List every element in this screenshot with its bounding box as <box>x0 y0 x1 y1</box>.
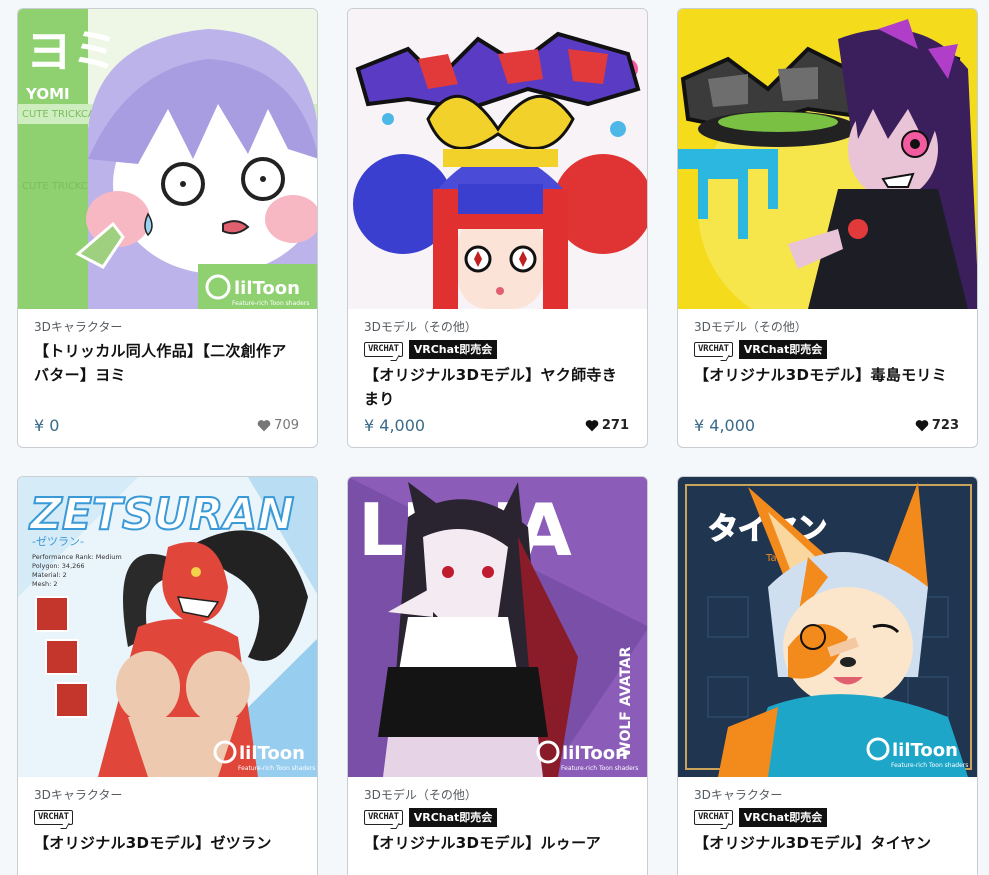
event-badges: VRCHAT <box>34 807 301 827</box>
product-thumbnail[interactable]: LUUA WOLF AVATAR lilTo <box>348 477 647 777</box>
zetsuran-illustration: ZETSURAN -ゼツラン- Performance Rank: Medium… <box>18 477 317 777</box>
luua-illustration: LUUA WOLF AVATAR lilTo <box>348 477 647 777</box>
product-thumbnail[interactable]: タイヤン Taiyang <box>678 477 977 777</box>
like-count[interactable]: 723 <box>915 418 959 433</box>
liltoon-logo: lilToon <box>562 743 628 764</box>
yomi-heading: ヨミ <box>26 24 118 78</box>
product-title[interactable]: 【トリッカル同人作品】【二次創作アバター】ヨミ <box>34 339 301 387</box>
zetsuran-sub: -ゼツラン- <box>32 535 84 548</box>
event-badges: VRCHAT VRChat即売会 <box>694 339 961 359</box>
like-count-value: 709 <box>274 418 299 433</box>
product-card-kimari[interactable]: 3Dモデル（その他） VRCHAT VRChat即売会 【オリジナル3Dモデル】… <box>347 8 648 448</box>
liltoon-logo-sub: Feature-rich Toon shaders <box>238 765 315 772</box>
product-card-zetsuran[interactable]: ZETSURAN -ゼツラン- Performance Rank: Medium… <box>17 476 318 875</box>
vrchat-sale-badge[interactable]: VRChat即売会 <box>408 807 498 827</box>
product-thumbnail[interactable] <box>678 9 977 309</box>
band-text: CUTE TRICKCAL <box>22 109 101 120</box>
vrchat-badge: VRCHAT <box>694 341 733 357</box>
product-title[interactable]: 【オリジナル3Dモデル】ゼツラン <box>34 831 301 855</box>
liltoon-logo: lilToon <box>892 740 958 761</box>
liltoon-logo: lilToon <box>239 743 305 764</box>
heart-icon <box>915 420 929 432</box>
product-card-luua[interactable]: LUUA WOLF AVATAR lilTo <box>347 476 648 875</box>
liltoon-logo: lilToon <box>234 278 300 299</box>
liltoon-logo-sub: Feature-rich Toon shaders <box>561 765 638 772</box>
like-count-value: 271 <box>601 418 629 433</box>
luua-side-text: WOLF AVATAR <box>618 646 634 757</box>
like-count[interactable]: 709 <box>257 418 299 433</box>
product-category: 3Dキャラクター <box>34 788 123 802</box>
morimi-illustration <box>678 9 977 309</box>
yomi-illustration: CUTE TRICKCAL CUTE TRICKCAL ヨミ YOMI lilT… <box>18 9 317 309</box>
kimari-illustration <box>348 9 647 309</box>
like-count[interactable]: 271 <box>585 418 629 433</box>
product-card-morimi[interactable]: 3Dモデル（その他） VRCHAT VRChat即売会 【オリジナル3Dモデル】… <box>677 8 978 448</box>
product-thumbnail[interactable]: CUTE TRICKCAL CUTE TRICKCAL ヨミ YOMI lilT… <box>18 9 317 309</box>
vrchat-sale-badge[interactable]: VRChat即売会 <box>738 339 828 359</box>
vrchat-badge: VRCHAT <box>694 809 733 825</box>
product-grid: CUTE TRICKCAL CUTE TRICKCAL ヨミ YOMI lilT… <box>0 0 989 875</box>
vrchat-sale-badge[interactable]: VRChat即売会 <box>738 807 828 827</box>
heart-icon <box>257 420 271 432</box>
product-title[interactable]: 【オリジナル3Dモデル】タイヤン <box>694 831 961 855</box>
product-thumbnail[interactable]: ZETSURAN -ゼツラン- Performance Rank: Medium… <box>18 477 317 777</box>
vrchat-sale-badge[interactable]: VRChat即売会 <box>408 339 498 359</box>
vrchat-badge: VRCHAT <box>364 809 403 825</box>
liltoon-logo-sub: Feature-rich Toon shaders <box>232 300 309 307</box>
taiyang-illustration: タイヤン Taiyang <box>678 477 977 777</box>
product-category: 3Dモデル（その他） <box>364 320 477 334</box>
event-badges: VRCHAT VRChat即売会 <box>694 807 961 827</box>
zetsuran-stat-1: Polygon: 34,266 <box>32 562 85 570</box>
vrchat-badge: VRCHAT <box>34 809 73 825</box>
product-price: ¥ 4,000 <box>364 416 426 435</box>
product-category: 3Dキャラクター <box>34 320 123 334</box>
yomi-sub: YOMI <box>25 85 70 103</box>
vrchat-badge: VRCHAT <box>364 341 403 357</box>
event-badges: VRCHAT VRChat即売会 <box>364 339 631 359</box>
zetsuran-stat-3: Mesh: 2 <box>32 580 58 588</box>
product-card-taiyang[interactable]: タイヤン Taiyang <box>677 476 978 875</box>
product-category: 3Dモデル（その他） <box>694 320 807 334</box>
product-card-yomi[interactable]: CUTE TRICKCAL CUTE TRICKCAL ヨミ YOMI lilT… <box>17 8 318 448</box>
like-count-value: 723 <box>931 418 959 433</box>
event-badges: VRCHAT VRChat即売会 <box>364 807 631 827</box>
product-price: ¥ 4,000 <box>694 416 756 435</box>
product-category: 3Dキャラクター <box>694 788 783 802</box>
liltoon-logo-sub: Feature-rich Toon shaders <box>891 762 968 769</box>
zetsuran-stat-0: Performance Rank: Medium <box>32 553 122 561</box>
product-thumbnail[interactable] <box>348 9 647 309</box>
product-category: 3Dモデル（その他） <box>364 788 477 802</box>
product-title[interactable]: 【オリジナル3Dモデル】ルゥーア <box>364 831 631 855</box>
product-title[interactable]: 【オリジナル3Dモデル】ヤク師寺きまり <box>364 363 631 411</box>
heart-icon <box>585 420 599 432</box>
product-title[interactable]: 【オリジナル3Dモデル】毒島モリミ <box>694 363 961 387</box>
product-price: ¥ 0 <box>34 416 60 435</box>
zetsuran-stat-2: Material: 2 <box>32 571 67 579</box>
